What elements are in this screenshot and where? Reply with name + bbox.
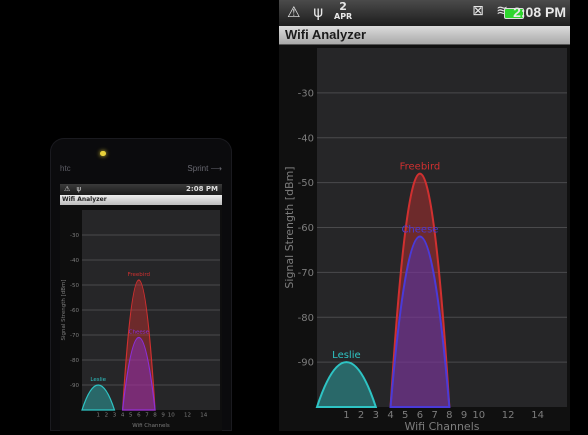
network-label-cheese: Cheese [401, 224, 438, 235]
x-axis-label: Wifi Channels [404, 420, 479, 431]
x-tick-label: 2 [105, 413, 109, 419]
x-tick-label: 3 [373, 410, 379, 421]
y-tick-label: -80 [70, 358, 79, 364]
y-tick-label: -90 [70, 383, 79, 389]
x-axis-label: Wifi Channels [132, 423, 170, 429]
chart-screen[interactable]: -30 -40 -50 -60 -70 -80 -90 1 2 3 4 5 6 7 8 9 10 12 14 Sign… [279, 45, 570, 431]
small-app-title: Wifi Analyzer [60, 195, 222, 205]
status-bar: ⚠ ψ 2 APR ⊠ ≋ 2:08 PM [279, 0, 570, 26]
x-tick-label: 14 [200, 413, 207, 419]
calendar-icon[interactable]: 2 APR [334, 1, 352, 21]
y-tick-label: -30 [70, 233, 79, 239]
x-tick-label: 6 [137, 413, 141, 419]
y-tick-label: -30 [298, 88, 314, 99]
x-tick-label: 14 [531, 410, 544, 421]
y-axis-label: Signal Strength [dBm] [283, 166, 296, 288]
x-tick-label: 5 [129, 413, 133, 419]
small-status-bar: ⚠ ψ 2:08 PM [60, 184, 222, 195]
signal-strength-chart[interactable]: -30-40-50-60-70-80-901 2 3 4 5 6 7 8 9 10 12 14Sign… [279, 45, 570, 431]
app-title-bar: Wifi Analyzer [279, 26, 570, 45]
x-tick-label: 1 [96, 413, 100, 419]
htc-logo: htc [60, 164, 71, 173]
y-tick-label: -60 [298, 223, 314, 234]
sprint-logo: Sprint ⟶ [187, 164, 222, 173]
network-label-freebird: Freebird [400, 162, 441, 173]
x-tick-label: 4 [121, 413, 125, 419]
x-tick-label: 7 [145, 413, 149, 419]
small-status-time: 2:08 PM [186, 185, 218, 193]
y-axis-label: Signal Strength [dBm] [61, 279, 67, 340]
y-tick-label: -80 [298, 313, 314, 324]
y-tick-label: -60 [70, 308, 79, 314]
small-chart-screen: -30 -40 -50 -60 -70 -80 -90 1 2 3 4 5 6 7 8 9 10 12 14 Sign… [60, 205, 222, 431]
x-tick-label: 9 [161, 413, 165, 419]
network-label-leslie: Leslie [90, 377, 106, 383]
calendar-month: APR [334, 12, 353, 21]
x-tick-label: 3 [113, 413, 117, 419]
status-time: 2:08 PM [513, 4, 566, 20]
notification-led [100, 151, 106, 156]
y-tick-label: -70 [298, 268, 314, 279]
x-tick-label: 12 [502, 410, 515, 421]
y-tick-label: -70 [70, 333, 79, 339]
network-label-freebird: Freebird [128, 272, 150, 278]
background-phone-photo: htc Sprint ⟶ ⚠ ψ 2:08 PM Wifi Analyzer -… [50, 138, 232, 431]
x-tick-label: 1 [343, 410, 349, 421]
x-tick-label: 10 [168, 413, 175, 419]
y-tick-label: -90 [298, 358, 314, 369]
y-tick-label: -50 [70, 283, 79, 289]
y-tick-label: -40 [70, 258, 79, 264]
y-tick-label: -50 [298, 178, 314, 189]
x-tick-label: 4 [387, 410, 393, 421]
network-label-cheese: Cheese [129, 330, 150, 336]
small-status-icons: ⚠ ψ [64, 185, 84, 193]
small-signal-chart: -30-40-50-60-70-80-901 2 3 4 5 6 7 8 9 10 12 14Sign… [61, 210, 220, 429]
network-label-leslie: Leslie [332, 350, 360, 361]
x-tick-label: 2 [358, 410, 364, 421]
app-title: Wifi Analyzer [285, 27, 367, 42]
x-tick-label: 8 [153, 413, 157, 419]
notification-icons[interactable]: ⚠ ψ [287, 3, 327, 21]
y-tick-label: -40 [298, 133, 314, 144]
x-tick-label: 12 [184, 413, 191, 419]
